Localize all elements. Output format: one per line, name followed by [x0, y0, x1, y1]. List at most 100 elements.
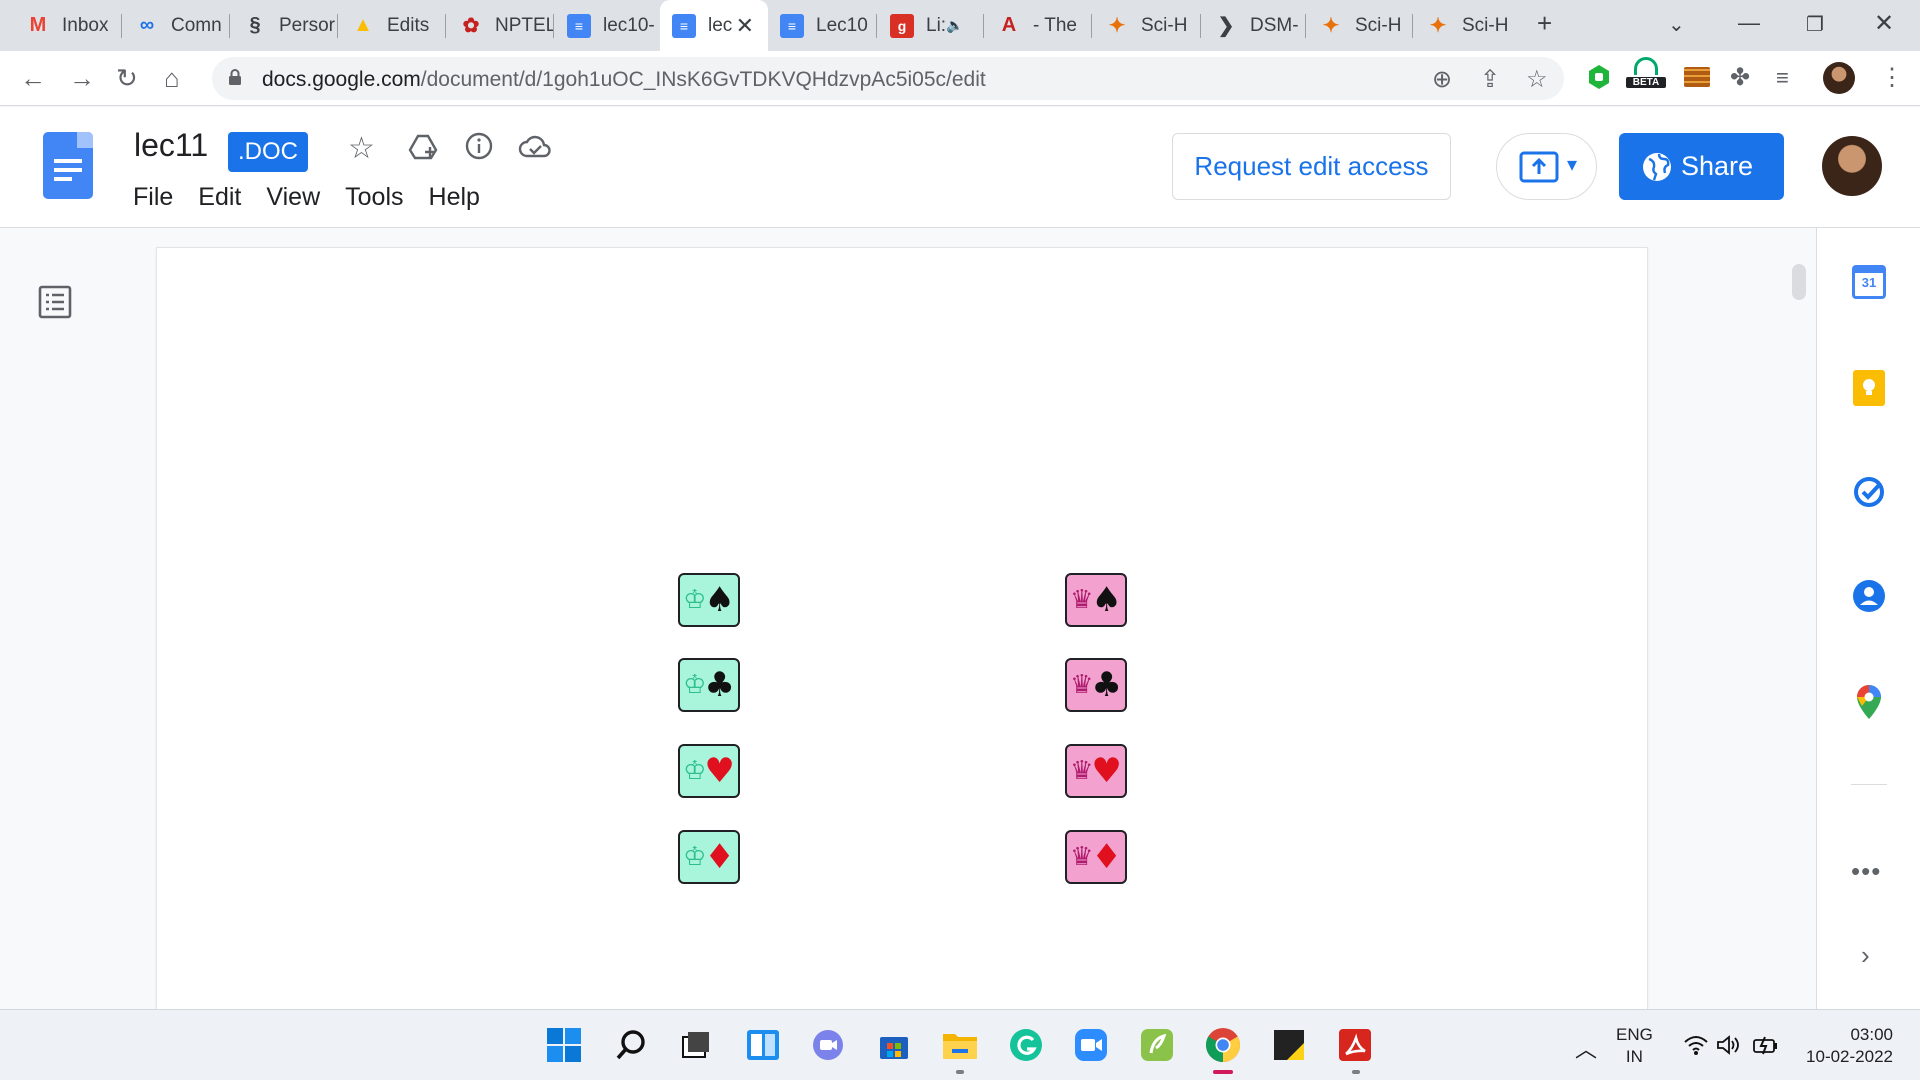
browser-tab[interactable]: ▲ Edits	[339, 0, 445, 51]
system-clock[interactable]: 03:00 10-02-2022	[1800, 1024, 1893, 1068]
menu-help[interactable]: Help	[429, 183, 480, 212]
king-card: ♔ ♣	[678, 658, 740, 712]
input-language[interactable]: ENG IN	[1616, 1024, 1653, 1068]
reading-list-icon[interactable]: ≡	[1776, 65, 1789, 91]
document-page[interactable]: ♔ ♠ ♛ ♠ ♔ ♣ ♛ ♣ ♔ ♥ ♛ ♥ ♔ ♦ ♛ ♦	[157, 248, 1647, 1018]
browser-tab[interactable]: M Inbox	[14, 0, 121, 51]
tab-title: lec10-	[603, 14, 655, 36]
restore-button[interactable]: ❐	[1806, 12, 1824, 37]
zoom-icon[interactable]: ⊕	[1432, 65, 1452, 94]
bookmark-star-icon[interactable]: ☆	[1526, 65, 1548, 94]
tab-title: Sci-H	[1462, 14, 1509, 36]
tasks-icon[interactable]	[1851, 474, 1887, 510]
tab-title: Sci-H	[1141, 14, 1188, 36]
brick-extension-icon[interactable]	[1684, 67, 1710, 87]
calendar-icon[interactable]: 31	[1851, 264, 1887, 300]
tab-separator	[121, 14, 122, 38]
menu-tools[interactable]: Tools	[345, 183, 403, 212]
zoom-icon[interactable]	[1072, 1026, 1110, 1064]
address-bar[interactable]: docs.google.com/document/d/1goh1uOC_INsK…	[212, 57, 1564, 100]
widgets-icon[interactable]	[744, 1026, 782, 1064]
tab-audio-icon[interactable]: 🔈	[946, 17, 963, 34]
tab-separator	[876, 14, 877, 38]
adobe-acrobat-icon[interactable]	[1336, 1026, 1374, 1064]
browser-tab[interactable]: ∞ Comn	[123, 0, 229, 51]
reload-button[interactable]: ↻	[116, 63, 138, 94]
new-tab-button[interactable]: +	[1537, 8, 1552, 39]
tab-title: Persor	[279, 14, 335, 36]
chrome-icon[interactable]	[1204, 1026, 1242, 1064]
add-to-drive-icon[interactable]	[408, 133, 438, 161]
present-button[interactable]: ▾	[1496, 133, 1597, 200]
sticky-notes-icon[interactable]	[1270, 1026, 1308, 1064]
scrollbar-thumb[interactable]	[1792, 264, 1806, 300]
account-avatar[interactable]	[1822, 136, 1882, 196]
king-rank-icon: ♔	[683, 756, 707, 786]
cloud-status-icon[interactable]	[518, 135, 552, 159]
share-page-icon[interactable]: ⇪	[1480, 65, 1500, 94]
close-window-button[interactable]: ✕	[1874, 9, 1894, 38]
close-tab-icon[interactable]: ✕	[736, 13, 754, 39]
profile-avatar[interactable]	[1823, 62, 1855, 94]
globe-icon	[1643, 153, 1671, 181]
tab-title: Li:	[926, 14, 947, 36]
queen-card: ♛ ♥	[1065, 744, 1127, 798]
extensions-puzzle-icon[interactable]: ✤	[1730, 63, 1750, 92]
expand-panel-chevron-icon[interactable]: ›	[1861, 940, 1870, 971]
wifi-icon[interactable]	[1683, 1034, 1709, 1056]
browser-tab[interactable]: ≡ lec ✕	[660, 0, 768, 51]
forward-button[interactable]: →	[69, 63, 95, 94]
share-button[interactable]: Share	[1619, 133, 1784, 200]
url-text[interactable]: docs.google.com/document/d/1goh1uOC_INsK…	[262, 68, 986, 92]
task-view-icon[interactable]	[677, 1026, 715, 1064]
king-rank-icon: ♔	[683, 585, 707, 615]
file-explorer-running-indicator	[956, 1070, 964, 1074]
browser-tab[interactable]: ✿ NPTEL	[447, 0, 553, 51]
browser-tab[interactable]: ≡ Lec10	[768, 0, 876, 51]
menu-edit[interactable]: Edit	[198, 183, 241, 212]
menu-view[interactable]: View	[266, 183, 320, 212]
search-icon[interactable]	[612, 1026, 650, 1064]
more-addons-icon[interactable]: •••	[1851, 856, 1881, 887]
beta-extension-icon[interactable]: BETA	[1626, 57, 1666, 99]
info-icon[interactable]	[464, 131, 494, 161]
browser-tab[interactable]: ✦ Sci-H	[1093, 0, 1200, 51]
tab-search-chevron-icon[interactable]: ⌄	[1668, 12, 1685, 37]
battery-icon[interactable]	[1752, 1034, 1780, 1056]
grammarly-icon[interactable]	[1007, 1026, 1045, 1064]
microsoft-store-icon[interactable]	[875, 1026, 913, 1064]
windows-start-icon[interactable]	[545, 1026, 583, 1064]
present-dropdown-icon[interactable]: ▾	[1567, 152, 1577, 177]
acrobat-running-indicator	[1352, 1070, 1360, 1074]
browser-tab[interactable]: ✦ Sci-H	[1307, 0, 1412, 51]
star-icon[interactable]: ☆	[348, 131, 375, 166]
google-docs-logo[interactable]	[43, 132, 93, 199]
contacts-icon[interactable]	[1851, 578, 1887, 614]
browser-tab[interactable]: ✦ Sci-H	[1414, 0, 1520, 51]
green-extension-icon[interactable]	[1586, 63, 1612, 91]
keep-icon[interactable]	[1851, 370, 1887, 406]
browser-tab[interactable]: ≡ lec10-	[555, 0, 658, 51]
browser-tab[interactable]: A - The	[985, 0, 1091, 51]
browser-tab[interactable]: ❯ DSM-	[1202, 0, 1305, 51]
document-title[interactable]: lec11	[134, 127, 208, 164]
menu-file[interactable]: File	[133, 183, 173, 212]
docs-header: lec11 .DOC ☆ File Edit View Tools Help R…	[0, 107, 1920, 228]
tab-title: Inbox	[62, 14, 109, 36]
minimize-button[interactable]: —	[1738, 10, 1760, 36]
browser-tab[interactable]: g Li: 🔈	[878, 0, 983, 51]
teams-chat-icon[interactable]	[809, 1026, 847, 1064]
back-button[interactable]: ←	[20, 63, 46, 94]
home-button[interactable]: ⌂	[164, 63, 180, 94]
tray-overflow-chevron-icon[interactable]: ︿	[1575, 1032, 1597, 1064]
request-edit-access-button[interactable]: Request edit access	[1172, 133, 1451, 200]
file-explorer-icon[interactable]	[941, 1026, 979, 1064]
maps-icon[interactable]	[1851, 684, 1887, 720]
lock-icon[interactable]	[228, 68, 242, 86]
browser-menu-icon[interactable]: ⋮	[1880, 63, 1904, 92]
browser-tab[interactable]: § Persor	[231, 0, 337, 51]
volume-icon[interactable]	[1716, 1034, 1740, 1056]
queen-rank-icon: ♛	[1070, 585, 1094, 615]
document-outline-icon[interactable]	[38, 285, 72, 319]
green-app-icon[interactable]	[1138, 1026, 1176, 1064]
